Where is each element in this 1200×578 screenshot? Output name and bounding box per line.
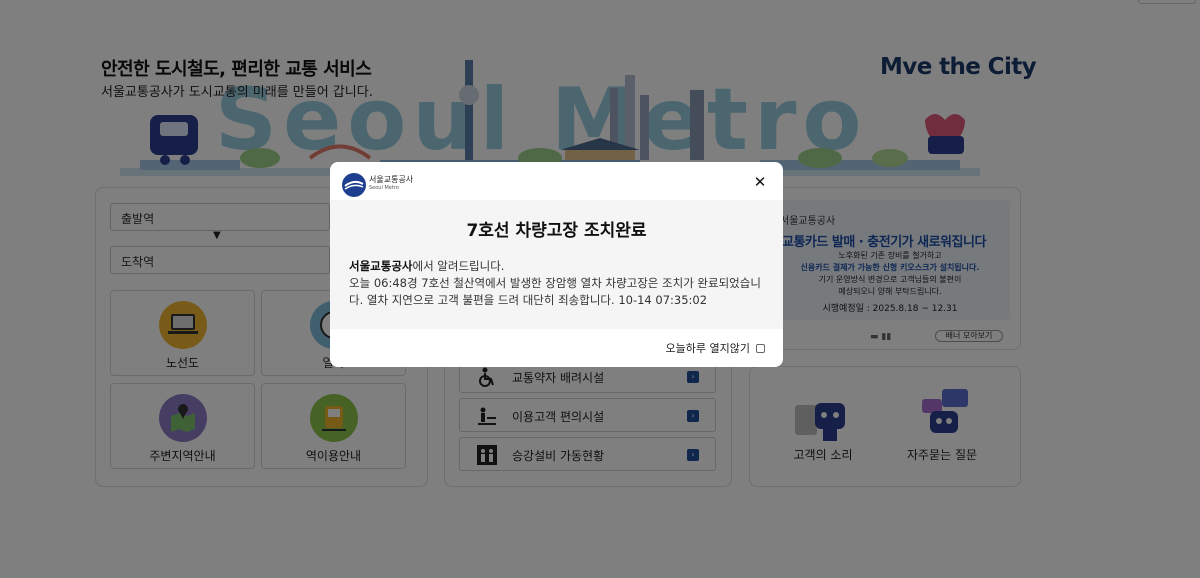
modal-body: 7호선 차량고장 조치완료 서울교통공사에서 알려드립니다. 오늘 06:48경… [330, 200, 783, 329]
message-intro: 에서 알려드립니다. [412, 259, 505, 273]
dont-show-today-option[interactable]: 오늘하루 열지않기 [666, 340, 765, 356]
dont-show-today-label: 오늘하루 열지않기 [665, 342, 750, 355]
message-body: 오늘 06:48경 7호선 철산역에서 발생한 장암행 열차 차량고장은 조치가… [349, 276, 761, 307]
close-icon[interactable]: ✕ [752, 174, 768, 190]
modal-title: 7호선 차량고장 조치완료 [466, 221, 647, 241]
modal-header: 서울교통공사 Seoul Metro ✕ [330, 162, 783, 200]
modal-message: 서울교통공사에서 알려드립니다. 오늘 06:48경 7호선 철산역에서 발생한… [349, 258, 769, 309]
dont-show-today-checkbox[interactable] [756, 343, 765, 353]
modal-org-logo-text: 서울교통공사 Seoul Metro [369, 175, 414, 191]
message-org: 서울교통공사 [349, 259, 413, 273]
modal-footer: 오늘하루 열지않기 [330, 329, 783, 367]
seoul-metro-logo-icon [342, 173, 366, 197]
service-notice-modal: 서울교통공사 Seoul Metro ✕ 7호선 차량고장 조치완료 서울교통공… [330, 162, 783, 367]
